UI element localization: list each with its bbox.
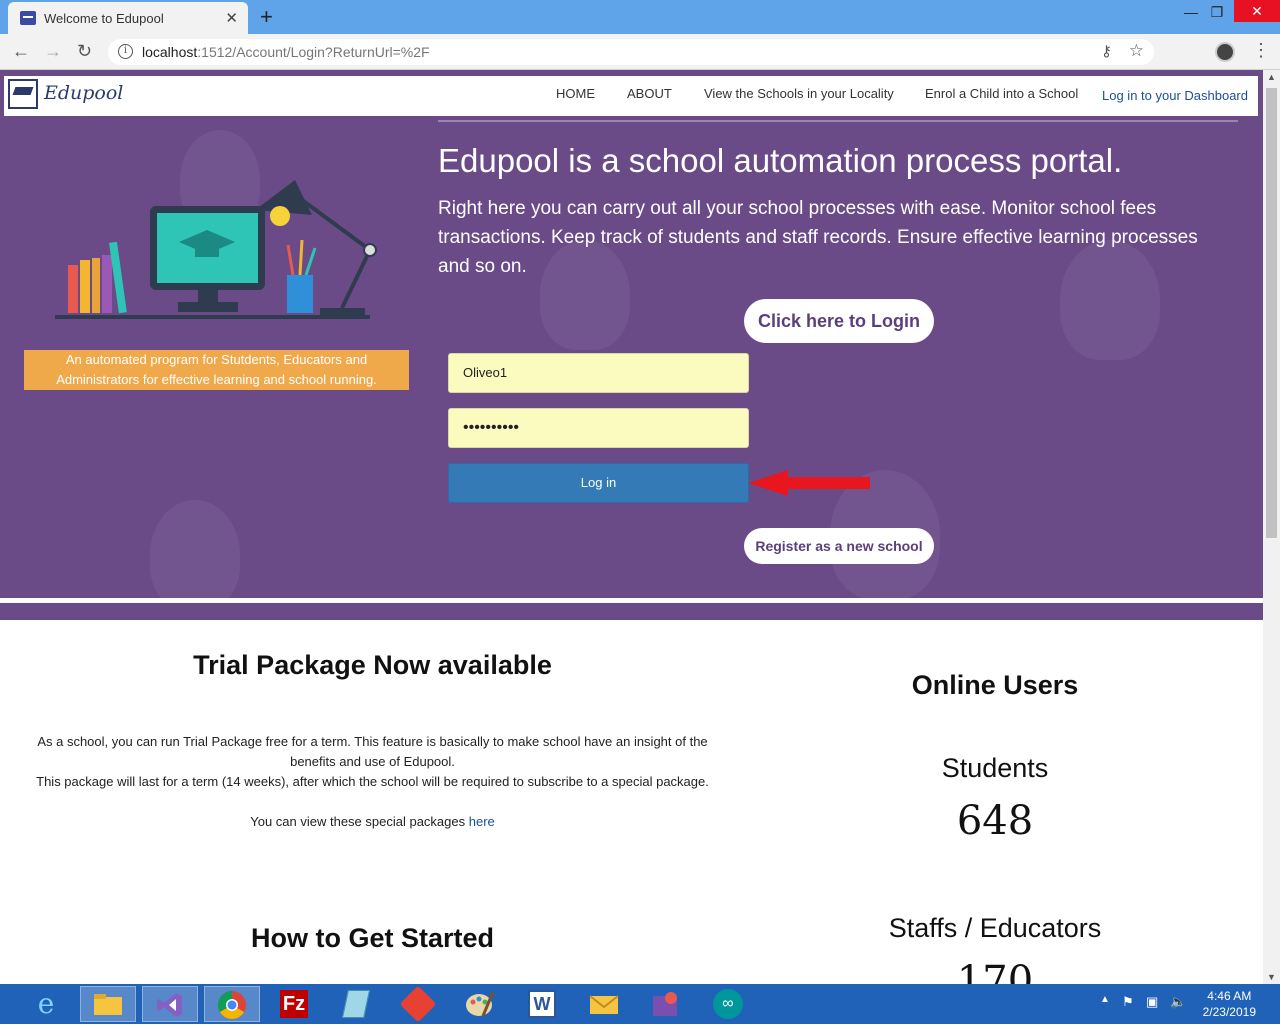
logo-icon[interactable]: [8, 79, 38, 109]
students-label: Students: [941, 753, 1049, 783]
kebab-menu-icon[interactable]: ⋮: [1252, 40, 1270, 61]
media-app-icon[interactable]: [638, 986, 694, 1022]
browser-tab-bar: Welcome to Edupool ✕ + — ❐ ✕: [0, 0, 1280, 34]
site-navbar: Edupool HOME ABOUT View the Schools in y…: [4, 76, 1258, 116]
profile-avatar[interactable]: [1215, 42, 1235, 62]
address-bar-row: ← → ↻ i localhost:1512/Account/Login?Ret…: [0, 34, 1280, 70]
register-new-school-button[interactable]: Register as a new school: [744, 528, 934, 564]
hero-bottom-strip: [0, 598, 1263, 620]
back-arrow-icon[interactable]: ←: [12, 41, 30, 62]
site-logo-text[interactable]: Edupool: [44, 82, 123, 104]
close-window-button[interactable]: ✕: [1234, 0, 1280, 22]
nav-about[interactable]: ABOUT: [627, 86, 672, 101]
clock-time: 4:46 AM: [1207, 989, 1252, 1003]
page-viewport: Edupool HOME ABOUT View the Schools in y…: [0, 70, 1280, 984]
background-person-icon: [150, 500, 240, 610]
clock-date: 2/23/2019: [1202, 1005, 1256, 1019]
visual-studio-icon[interactable]: [142, 986, 198, 1022]
browser-tab[interactable]: Welcome to Edupool ✕: [8, 2, 248, 34]
word-icon[interactable]: W: [514, 986, 570, 1022]
arduino-icon[interactable]: ∞: [700, 986, 756, 1022]
volume-icon[interactable]: 🔈: [1170, 994, 1186, 1010]
info-icon[interactable]: i: [118, 44, 133, 59]
hero-title: Edupool is a school automation process p…: [438, 142, 1123, 179]
edupool-favicon-icon: [20, 11, 36, 25]
scroll-up-arrow-icon[interactable]: ▲: [1267, 72, 1276, 82]
education-illustration: [55, 180, 377, 319]
filezilla-icon[interactable]: Fz: [266, 986, 322, 1022]
students-count: 648: [956, 798, 1034, 844]
nav-dashboard-login[interactable]: Log in to your Dashboard: [1102, 88, 1248, 103]
password-input[interactable]: ••••••••••: [448, 408, 749, 448]
tagline-banner: An automated program for Stutdents, Educ…: [24, 350, 409, 390]
hero-subtitle: Right here you can carry out all your sc…: [438, 198, 1198, 277]
tray-expand-icon[interactable]: ▲: [1100, 994, 1110, 1005]
key-icon[interactable]: ⚷: [1101, 42, 1112, 60]
staff-count: 170: [956, 958, 1034, 984]
nav-schools-locality[interactable]: View the Schools in your Locality: [704, 86, 894, 101]
mail-client-icon[interactable]: [576, 986, 632, 1022]
url-text: localhost:1512/Account/Login?ReturnUrl=%…: [142, 44, 430, 60]
trial-package-title: Trial Package Now available: [193, 650, 552, 680]
reload-icon[interactable]: ↻: [77, 41, 92, 62]
nav-home[interactable]: HOME: [556, 86, 595, 101]
scrollbar-thumb[interactable]: [1266, 88, 1277, 538]
notepad-icon[interactable]: [328, 986, 384, 1022]
trial-line-2: This package will last for a term (14 we…: [36, 774, 709, 789]
bookmark-star-icon[interactable]: ☆: [1129, 41, 1144, 61]
trial-line-1: As a school, you can run Trial Package f…: [37, 734, 708, 769]
system-clock[interactable]: 4:46 AM 2/23/2019: [1203, 988, 1256, 1020]
windows-taskbar: e Fz W ∞ ▲ ⚑ ▣ 🔈 4:46 AM 2/23/2019: [0, 984, 1280, 1024]
minimize-button[interactable]: —: [1178, 2, 1204, 24]
trial-package-text: As a school, you can run Trial Package f…: [30, 732, 715, 832]
log-in-button[interactable]: Log in: [448, 463, 749, 503]
internet-explorer-icon[interactable]: e: [18, 986, 74, 1022]
staff-label: Staffs / Educators: [888, 913, 1102, 943]
paint-icon[interactable]: [452, 986, 508, 1022]
hero-section: Edupool HOME ABOUT View the Schools in y…: [0, 70, 1263, 620]
online-users-title: Online Users: [911, 670, 1079, 700]
file-explorer-icon[interactable]: [80, 986, 136, 1022]
chrome-icon[interactable]: [204, 986, 260, 1022]
hero-divider: [438, 120, 1238, 122]
special-packages-link[interactable]: here: [469, 814, 495, 829]
network-icon[interactable]: ▣: [1146, 994, 1158, 1010]
get-started-title: How to Get Started: [250, 923, 494, 953]
forward-arrow-icon[interactable]: →: [44, 41, 62, 62]
red-arrow-icon: [748, 470, 870, 496]
anydesk-icon[interactable]: [390, 985, 446, 1023]
page-scrollbar[interactable]: ▲ ▼: [1263, 70, 1280, 984]
trial-line-3: You can view these special packages here: [250, 814, 495, 829]
username-input[interactable]: Oliveo1: [448, 353, 749, 393]
action-center-flag-icon[interactable]: ⚑: [1122, 994, 1134, 1010]
tab-close-icon[interactable]: ✕: [225, 9, 238, 27]
click-to-login-button[interactable]: Click here to Login: [744, 299, 934, 343]
nav-enrol-child[interactable]: Enrol a Child into a School: [925, 86, 1078, 101]
maximize-button[interactable]: ❐: [1204, 2, 1230, 24]
url-input[interactable]: i localhost:1512/Account/Login?ReturnUrl…: [108, 39, 1154, 65]
new-tab-button[interactable]: +: [260, 4, 273, 30]
scroll-down-arrow-icon[interactable]: ▼: [1267, 972, 1276, 982]
tab-title: Welcome to Edupool: [44, 11, 164, 26]
